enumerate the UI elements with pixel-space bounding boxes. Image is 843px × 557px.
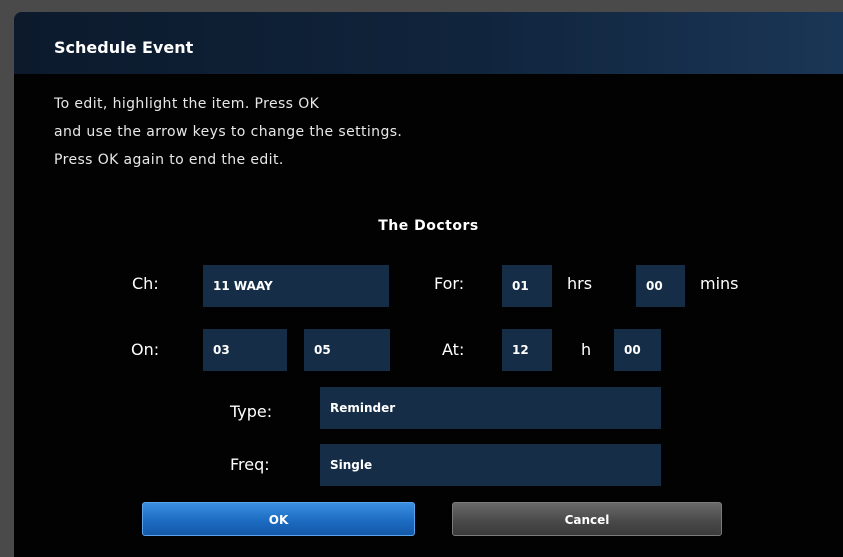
instruction-line-1: To edit, highlight the item. Press OK xyxy=(54,96,320,112)
duration-label: For: xyxy=(434,274,465,293)
hour-unit-label: h xyxy=(581,340,592,359)
type-field[interactable]: Reminder xyxy=(320,387,661,429)
duration-mins-field[interactable]: 00 xyxy=(636,265,685,307)
dialog-title: Schedule Event xyxy=(54,38,194,57)
dialog-header: Schedule Event xyxy=(14,12,843,74)
time-label: At: xyxy=(442,340,465,359)
freq-field[interactable]: Single xyxy=(320,444,661,486)
program-title: The Doctors xyxy=(378,218,479,234)
date-label: On: xyxy=(131,340,160,359)
ok-button[interactable]: OK xyxy=(142,502,415,536)
mins-unit-label: mins xyxy=(700,274,739,293)
date-day-field[interactable]: 05 xyxy=(304,329,390,371)
instruction-line-2: and use the arrow keys to change the set… xyxy=(54,124,403,140)
cancel-button[interactable]: Cancel xyxy=(452,502,722,536)
hours-unit-label: hrs xyxy=(567,274,593,293)
instruction-line-3: Press OK again to end the edit. xyxy=(54,152,284,168)
tv-screen: Schedule Event To edit, highlight the it… xyxy=(0,0,843,557)
type-label: Type: xyxy=(230,402,273,421)
channel-label: Ch: xyxy=(132,274,159,293)
channel-field[interactable]: 11 WAAY xyxy=(203,265,389,307)
time-min-field[interactable]: 00 xyxy=(614,329,661,371)
duration-hours-field[interactable]: 01 xyxy=(502,265,552,307)
schedule-event-dialog: Schedule Event To edit, highlight the it… xyxy=(14,12,843,557)
freq-label: Freq: xyxy=(230,455,270,474)
time-hour-field[interactable]: 12 xyxy=(502,329,552,371)
date-month-field[interactable]: 03 xyxy=(203,329,287,371)
